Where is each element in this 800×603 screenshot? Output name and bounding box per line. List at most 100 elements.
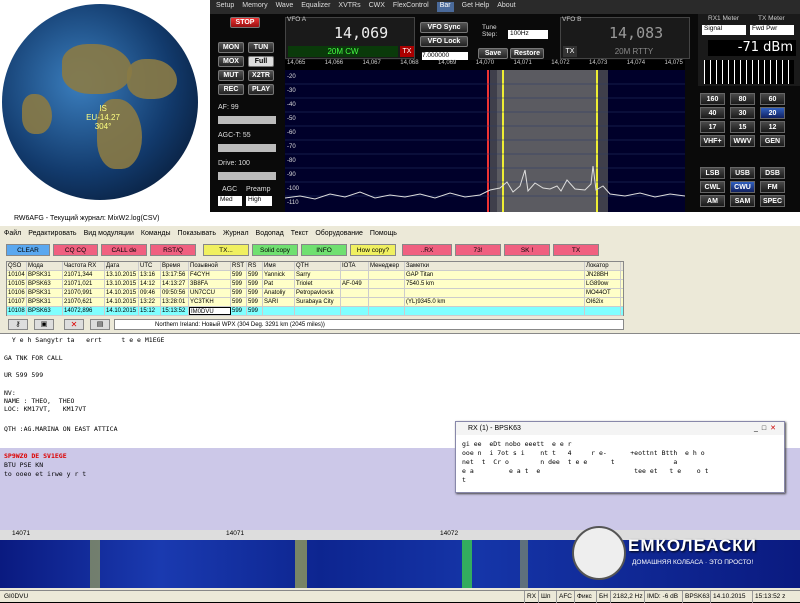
agc-select[interactable]: Med xyxy=(218,196,242,206)
rx-meter-select[interactable]: Signal xyxy=(702,25,746,35)
status-fix[interactable]: Фикс xyxy=(574,591,592,603)
af-slider[interactable] xyxy=(218,116,276,124)
mode-cwl-button[interactable]: CWL xyxy=(700,181,725,193)
mode-am-button[interactable]: AM xyxy=(700,195,725,207)
macro-info-button[interactable]: INFO xyxy=(301,244,347,256)
play-button[interactable]: PLAY xyxy=(248,84,274,95)
menu-waterfall[interactable]: Водопад xyxy=(256,229,284,237)
vfo-sync-button[interactable]: VFO Sync xyxy=(420,22,468,33)
close-icon[interactable]: ✕ xyxy=(770,425,780,432)
macro-sk-button[interactable]: SK ! xyxy=(504,244,550,256)
preamp-select[interactable]: High xyxy=(246,196,272,206)
vfo-b-tx-button[interactable]: TX xyxy=(563,46,577,57)
tun-button[interactable]: TUN xyxy=(248,42,274,53)
col-iota[interactable]: IOTA xyxy=(341,262,369,270)
save-icon[interactable]: ▤ xyxy=(90,319,110,330)
band-30-button[interactable]: 30 xyxy=(730,107,755,119)
menu-file[interactable]: Файл xyxy=(4,229,21,237)
macro-tx-button[interactable]: TX... xyxy=(203,244,249,256)
maximize-icon[interactable]: □ xyxy=(762,425,770,432)
col-utc[interactable]: UTC xyxy=(139,262,161,270)
menu-show[interactable]: Показывать xyxy=(178,229,216,237)
col-mode[interactable]: Мода xyxy=(27,262,63,270)
macro-rst-button[interactable]: RST/Q xyxy=(150,244,196,256)
band-gen-button[interactable]: GEN xyxy=(760,135,785,147)
mode-dsb-button[interactable]: DSB xyxy=(760,167,785,179)
band-80-button[interactable]: 80 xyxy=(730,93,755,105)
menu-get-help[interactable]: Get Help xyxy=(462,2,490,12)
full-select[interactable]: Full xyxy=(248,56,274,67)
macro-tx-end-button[interactable]: TX xyxy=(553,244,599,256)
col-rs[interactable]: RS xyxy=(247,262,263,270)
menu-log[interactable]: Журнал xyxy=(223,229,249,237)
panadapter-display[interactable]: -20 -30 -40 -50 -60 -70 -80 -90 -100 -110 xyxy=(284,70,686,212)
mode-sam-button[interactable]: SAM xyxy=(730,195,755,207)
save-button[interactable]: Save xyxy=(478,48,508,59)
mode-usb-button[interactable]: USB xyxy=(730,167,755,179)
mon-button[interactable]: MON xyxy=(218,42,244,53)
col-date[interactable]: Дата xyxy=(105,262,139,270)
menu-text[interactable]: Текст xyxy=(291,229,309,237)
col-notes[interactable]: Заметки xyxy=(405,262,585,270)
band-vhf-button[interactable]: VHF+ xyxy=(700,135,725,147)
callsign-input[interactable]: IM0DVU xyxy=(189,307,231,315)
band-17-button[interactable]: 17 xyxy=(700,121,725,133)
macro-call-button[interactable]: CALL de xyxy=(101,244,147,256)
mode-cwu-button[interactable]: CWU xyxy=(730,181,755,193)
table-row[interactable]: 10107 BPSK31 21070,621 14.10.2015 13:22 13:28… xyxy=(7,298,623,307)
tune-step-select[interactable]: 100Hz xyxy=(508,30,548,39)
col-rst[interactable]: RST xyxy=(231,262,247,270)
stop-button[interactable]: STOP xyxy=(230,17,260,28)
menu-cwx[interactable]: CWX xyxy=(369,2,385,12)
band-160-button[interactable]: 160 xyxy=(700,93,725,105)
col-time[interactable]: Время xyxy=(161,262,189,270)
macro-rx-button[interactable]: ..RX xyxy=(402,244,452,256)
tx-meter-select[interactable]: Fwd Pwr xyxy=(750,25,794,35)
mode-fm-button[interactable]: FM xyxy=(760,181,785,193)
key-icon[interactable]: ⚷ xyxy=(8,319,28,330)
window-icon[interactable]: ▣ xyxy=(34,319,54,330)
band-60-button[interactable]: 60 xyxy=(760,93,785,105)
menu-commands[interactable]: Команды xyxy=(141,229,171,237)
menu-edit[interactable]: Редактировать xyxy=(28,229,76,237)
rec-button[interactable]: REC xyxy=(218,84,244,95)
band-12-button[interactable]: 12 xyxy=(760,121,785,133)
window-controls[interactable]: _□✕ xyxy=(754,424,780,432)
menu-setup[interactable]: Setup xyxy=(216,2,234,12)
restore-button[interactable]: Restore xyxy=(510,48,544,59)
col-qso[interactable]: QSO xyxy=(7,262,27,270)
status-bn[interactable]: БН xyxy=(596,591,608,603)
menu-about[interactable]: About xyxy=(497,2,515,12)
mode-spec-button[interactable]: SPEC xyxy=(760,195,785,207)
col-call[interactable]: Позывной xyxy=(189,262,231,270)
rx-subwindow[interactable]: RX (1) - BPSK63 _□✕ gi ee eDt nobo eeett… xyxy=(455,421,785,493)
macro-cq-button[interactable]: CQ CQ xyxy=(53,244,98,256)
table-row-current[interactable]: 10108 BPSK63 14072,896 14.10.2015 15:12 15:13… xyxy=(7,307,623,316)
status-sh[interactable]: Шп xyxy=(538,591,550,603)
menu-wave[interactable]: Wave xyxy=(276,2,294,12)
col-locator[interactable]: Локатор xyxy=(585,262,621,270)
minimize-icon[interactable]: _ xyxy=(754,425,762,432)
col-freq[interactable]: Частота RX xyxy=(63,262,105,270)
mode-lsb-button[interactable]: LSB xyxy=(700,167,725,179)
menu-xvtrs[interactable]: XVTRs xyxy=(338,2,360,12)
col-name[interactable]: Имя xyxy=(263,262,295,270)
menu-modulation[interactable]: Вид модуляции xyxy=(84,229,134,237)
band-20-button[interactable]: 20 xyxy=(760,107,785,119)
macro-73-button[interactable]: 73! xyxy=(455,244,501,256)
agc-t-slider[interactable] xyxy=(218,144,276,152)
macro-how-copy-button[interactable]: How copy? xyxy=(350,244,396,256)
status-rx[interactable]: RX xyxy=(524,591,536,603)
delete-icon[interactable]: ✕ xyxy=(64,319,84,330)
col-qth[interactable]: QTH xyxy=(295,262,341,270)
mox-button[interactable]: MOX xyxy=(218,56,244,67)
menu-equalizer[interactable]: Equalizer xyxy=(301,2,330,12)
band-15-button[interactable]: 15 xyxy=(730,121,755,133)
table-row[interactable]: 10106 BPSK31 21070,991 14.10.2015 09:46 09:50… xyxy=(7,289,623,298)
menu-equipment[interactable]: Оборудование xyxy=(315,229,363,237)
status-mode[interactable]: BPSK63 xyxy=(682,591,710,603)
macro-solid-copy-button[interactable]: Solid copy xyxy=(252,244,298,256)
macro-clear-button[interactable]: CLEAR xyxy=(6,244,50,256)
vfo-lock-button[interactable]: VFO Lock xyxy=(420,36,468,47)
menu-flexcontrol[interactable]: FlexControl xyxy=(393,2,429,12)
